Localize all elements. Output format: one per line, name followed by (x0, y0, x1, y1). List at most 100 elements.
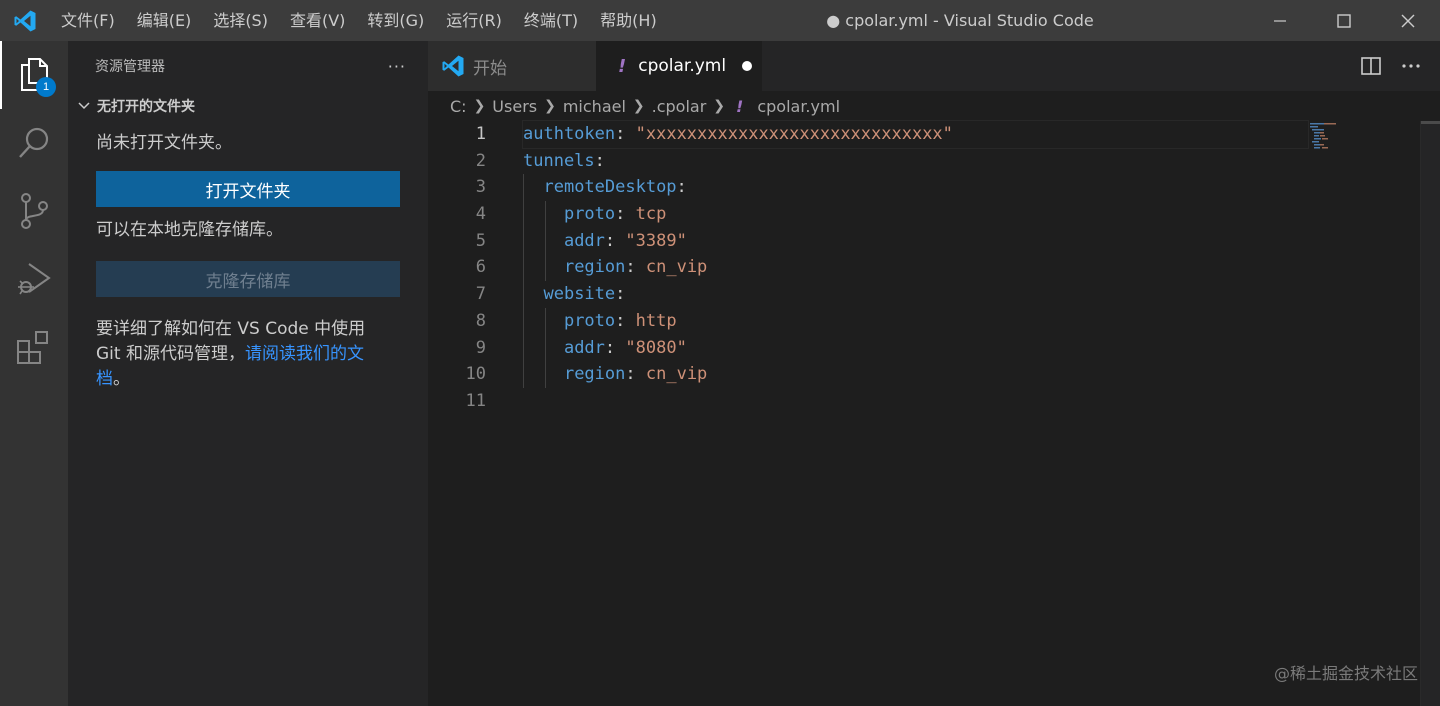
code-text: remoteDesktop: (543, 177, 687, 198)
line-number: 1 (475, 124, 486, 144)
tab-welcome[interactable]: 开始 (428, 41, 596, 91)
unsaved-dot-icon[interactable] (742, 61, 753, 71)
scrollbar-thumb[interactable] (1421, 121, 1440, 124)
open-folder-button[interactable]: 打开文件夹 (96, 171, 400, 207)
docs-link[interactable]: 请阅读我们的文 (245, 344, 364, 364)
activity-extensions[interactable] (0, 313, 68, 381)
minimap-preview (1310, 123, 1336, 149)
chevron-right-icon: ❯ (632, 98, 645, 114)
code-line[interactable]: 9 addr: "8080" (428, 334, 1440, 362)
breadcrumb-drive[interactable]: C: (450, 97, 467, 116)
yaml-key: authtoken (523, 124, 616, 144)
code-line[interactable]: 2 tunnels: (428, 148, 1440, 175)
activity-explorer[interactable]: 1 (0, 41, 68, 109)
menu-run[interactable]: 运行(R) (435, 0, 513, 41)
breadcrumb-users[interactable]: Users (492, 97, 537, 116)
sidebar-header: 资源管理器 ··· (68, 41, 428, 91)
editor-area: 开始 ! cpolar.yml C: ❯ Users ❯ michael ❯ .… (428, 41, 1440, 706)
chevron-right-icon: ❯ (473, 98, 486, 114)
window-controls (1248, 0, 1440, 41)
menu-selection[interactable]: 选择(S) (202, 0, 279, 41)
code-line[interactable]: 11 (428, 388, 1440, 415)
chevron-down-icon (78, 102, 90, 110)
learn-line-2-prefix: Git 和源代码管理， (96, 344, 245, 364)
explorer-sidebar: 资源管理器 ··· 无打开的文件夹 尚未打开文件夹。 打开文件夹 可以在本地克隆… (68, 41, 428, 706)
title-bar: 文件(F) 编辑(E) 选择(S) 查看(V) 转到(G) 运行(R) 终端(T… (0, 0, 1440, 41)
code-line[interactable]: 4 proto: tcp (428, 201, 1440, 228)
menu-go[interactable]: 转到(G) (356, 0, 435, 41)
menu-view[interactable]: 查看(V) (279, 0, 356, 41)
code-text: addr: "8080" (563, 337, 687, 358)
code-line[interactable]: 10 region: cn_vip (428, 361, 1440, 388)
code-text: region: cn_vip (563, 257, 708, 278)
maximize-button[interactable] (1312, 0, 1376, 41)
minimize-icon (1274, 19, 1286, 22)
code-line[interactable]: 6 region: cn_vip (428, 254, 1440, 282)
breadcrumb-file[interactable]: cpolar.yml (757, 97, 840, 116)
close-button[interactable] (1376, 0, 1440, 41)
activity-source-control[interactable] (0, 177, 68, 245)
code-text: region: cn_vip (563, 364, 708, 385)
watermark: @稀土掘金技术社区 (1273, 664, 1418, 683)
tab-cpolar-yml[interactable]: ! cpolar.yml (596, 41, 762, 91)
line-number: 2 (475, 150, 486, 171)
chevron-right-icon: ❯ (713, 98, 726, 114)
minimap[interactable] (1310, 121, 1340, 151)
menu-edit[interactable]: 编辑(E) (126, 0, 203, 41)
yaml-value: "3389" (625, 230, 687, 251)
vscode-tab-icon (442, 55, 464, 77)
tab-cpolar-yml-label: cpolar.yml (638, 56, 727, 76)
docs-link-continued[interactable]: 档 (96, 369, 113, 389)
code-line[interactable]: 7 website: (428, 281, 1440, 308)
search-icon (19, 127, 49, 158)
learn-line-1: 要详细了解如何在 VS Code 中使用 (96, 319, 366, 339)
menu-file[interactable]: 文件(F) (50, 0, 126, 41)
menu-terminal[interactable]: 终端(T) (513, 0, 589, 41)
no-folder-section-header[interactable]: 无打开的文件夹 (68, 91, 428, 121)
code-line[interactable]: 8 proto: http (428, 307, 1440, 335)
close-icon (1401, 14, 1415, 27)
more-actions-icon[interactable] (1400, 55, 1422, 77)
breadcrumb-michael[interactable]: michael (563, 97, 626, 116)
menu-help[interactable]: 帮助(H) (589, 0, 668, 41)
yaml-key: proto (563, 310, 616, 331)
yaml-key: region (563, 257, 626, 278)
minimize-button[interactable] (1248, 0, 1312, 41)
activity-search[interactable] (0, 109, 68, 177)
menu-bar: 文件(F) 编辑(E) 选择(S) 查看(V) 转到(G) 运行(R) 终端(T… (50, 0, 668, 41)
yaml-key: region (563, 364, 626, 385)
breadcrumb: C: ❯ Users ❯ michael ❯ .cpolar ❯ ! cpola… (428, 91, 1440, 121)
activity-bar: 1 (0, 41, 68, 706)
more-actions-button[interactable]: ··· (388, 57, 406, 76)
run-debug-icon (18, 263, 51, 295)
code-line[interactable]: 1 authtoken: "xxxxxxxxxxxxxxxxxxxxxxxxxxx… (428, 120, 1440, 149)
extensions-icon (17, 331, 48, 364)
maximize-icon (1337, 13, 1351, 28)
code-text: tunnels: (523, 150, 605, 171)
breadcrumb-cpolar-folder[interactable]: .cpolar (652, 97, 707, 116)
line-number: 5 (475, 230, 486, 251)
yaml-key: remoteDesktop (543, 177, 677, 198)
code-text: website: (543, 284, 626, 305)
yaml-value: cn_vip (645, 364, 708, 385)
explorer-badge: 1 (36, 77, 56, 97)
vertical-scrollbar[interactable] (1420, 121, 1440, 706)
code-line[interactable]: 3 remoteDesktop: (428, 174, 1440, 202)
activity-run-debug[interactable] (0, 245, 68, 313)
line-number: 10 (465, 364, 486, 385)
yaml-key: website (543, 284, 616, 305)
line-number: 3 (475, 177, 486, 198)
learn-more-text: 要详细了解如何在 VS Code 中使用 Git 和源代码管理，请阅读我们的文 … (96, 317, 400, 392)
section-title: 无打开的文件夹 (97, 99, 195, 115)
yaml-key: addr (563, 337, 605, 358)
no-folder-text: 尚未打开文件夹。 (96, 133, 232, 153)
yaml-file-icon: ! (736, 96, 744, 116)
code-editor[interactable]: 1 authtoken: "xxxxxxxxxxxxxxxxxxxxxxxxxxx… (428, 120, 1440, 415)
code-line[interactable]: 5 addr: "3389" (428, 227, 1440, 255)
editor-actions (1360, 41, 1422, 91)
split-editor-icon[interactable] (1360, 55, 1382, 77)
sidebar-welcome-content: 尚未打开文件夹。 打开文件夹 可以在本地克隆存储库。 克隆存储库 要详细了解如何… (68, 131, 428, 392)
yaml-value: cn_vip (645, 257, 708, 278)
yaml-value: "8080" (625, 337, 687, 358)
code-text: authtoken: "xxxxxxxxxxxxxxxxxxxxxxxxxxxx… (522, 120, 1309, 149)
